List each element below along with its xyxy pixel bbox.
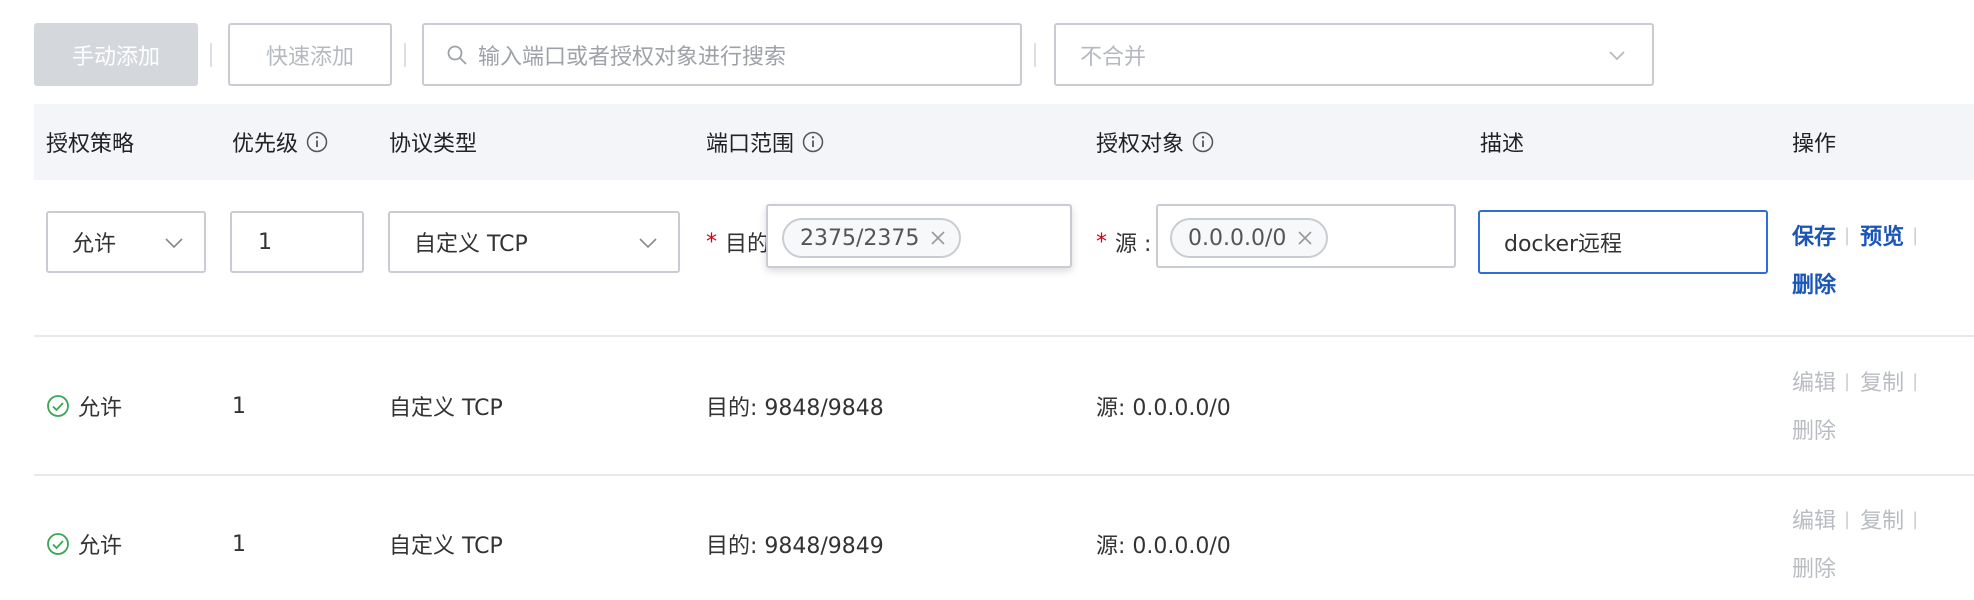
row-divider: [34, 474, 1974, 476]
check-circle-icon: [47, 395, 69, 417]
toolbar-separator: [1034, 43, 1036, 67]
edit-link[interactable]: 编辑: [1792, 365, 1836, 397]
save-link[interactable]: 保存: [1792, 219, 1836, 251]
search-input[interactable]: 输入端口或者授权对象进行搜索: [422, 23, 1022, 86]
port-range-cell: 目的: 9848/9848: [706, 396, 884, 421]
priority-cell: 1: [232, 393, 246, 419]
action-separator: |: [1844, 508, 1851, 530]
auth-object-cell: 源: 0.0.0.0/0: [1096, 396, 1231, 421]
policy-cell: 允许: [46, 526, 122, 562]
protocol-cell: 自定义 TCP: [389, 534, 503, 559]
port-range-input[interactable]: 2375/2375: [766, 204, 1072, 268]
description-input[interactable]: docker远程: [1478, 210, 1768, 274]
action-separator: |: [1912, 370, 1919, 392]
info-icon[interactable]: [802, 131, 824, 153]
description-input-value: docker远程: [1504, 232, 1623, 257]
source-label: * 源 :: [1096, 222, 1151, 262]
priority-input[interactable]: 1: [230, 211, 364, 273]
policy-text: 允许: [78, 534, 123, 559]
info-icon[interactable]: [306, 131, 328, 153]
protocol-cell: 自定义 TCP: [389, 396, 503, 421]
header-port-range: 端口范围: [706, 104, 824, 180]
policy-select[interactable]: 允许: [46, 211, 206, 273]
required-mark: *: [706, 229, 717, 255]
check-circle-icon: [47, 533, 69, 555]
table-header: 授权策略 优先级 协议类型 端口范围 授权对象 描述 操作: [34, 104, 1974, 180]
action-separator: |: [1912, 224, 1919, 246]
header-auth-object: 授权对象: [1096, 104, 1214, 180]
delete-link[interactable]: 删除: [1792, 551, 1836, 583]
priority-input-value: 1: [258, 229, 272, 255]
source-tag-text: 0.0.0.0/0: [1188, 225, 1287, 251]
chevron-down-icon: [165, 238, 183, 249]
header-priority: 优先级: [232, 104, 328, 180]
dest-label-text: 目的: [725, 232, 770, 257]
search-placeholder: 输入端口或者授权对象进行搜索: [478, 44, 787, 70]
action-separator: |: [1844, 370, 1851, 392]
search-icon: [447, 45, 467, 65]
merge-select[interactable]: 不合并: [1054, 23, 1654, 86]
preview-link[interactable]: 预览: [1860, 219, 1904, 251]
manual-add-button[interactable]: 手动添加: [34, 23, 198, 86]
auth-object-cell: 源: 0.0.0.0/0: [1096, 534, 1231, 559]
priority-cell: 1: [232, 531, 246, 557]
header-protocol: 协议类型: [389, 132, 478, 157]
copy-link[interactable]: 复制: [1860, 365, 1904, 397]
row-divider: [34, 335, 1974, 337]
quick-add-button[interactable]: 快速添加: [228, 23, 392, 86]
edit-link[interactable]: 编辑: [1792, 503, 1836, 535]
port-range-cell: 目的: 9848/9849: [706, 534, 884, 559]
required-mark: *: [1096, 229, 1107, 255]
header-policy: 授权策略: [46, 132, 135, 157]
close-icon[interactable]: [1296, 229, 1314, 247]
policy-text: 允许: [78, 396, 123, 421]
row-actions: 编辑 | 复制 |: [1792, 502, 1928, 536]
row-actions-2: 删除: [1792, 550, 1836, 584]
delete-link[interactable]: 删除: [1792, 267, 1836, 299]
chevron-down-icon: [639, 238, 657, 249]
port-tag: 2375/2375: [782, 218, 962, 258]
chevron-down-icon: [1609, 51, 1625, 61]
protocol-select[interactable]: 自定义 TCP: [388, 211, 680, 273]
merge-select-value: 不合并: [1080, 44, 1147, 70]
close-icon[interactable]: [929, 229, 947, 247]
toolbar: 手动添加 快速添加 输入端口或者授权对象进行搜索 不合并: [34, 23, 1654, 87]
toolbar-separator: [404, 43, 406, 67]
copy-link[interactable]: 复制: [1860, 503, 1904, 535]
source-label-text: 源 :: [1115, 232, 1152, 257]
info-icon[interactable]: [1192, 131, 1214, 153]
action-separator: |: [1844, 224, 1851, 246]
toolbar-separator: [210, 43, 212, 67]
delete-link[interactable]: 删除: [1792, 413, 1836, 445]
row-actions-2: 删除: [1792, 412, 1836, 446]
header-description: 描述: [1480, 132, 1525, 157]
port-tag-text: 2375/2375: [800, 225, 920, 251]
auth-object-input[interactable]: 0.0.0.0/0: [1156, 204, 1456, 268]
protocol-select-value: 自定义 TCP: [414, 232, 528, 257]
header-actions: 操作: [1792, 132, 1837, 157]
edit-row-actions: 保存 | 预览 |: [1792, 218, 1928, 252]
row-actions: 编辑 | 复制 |: [1792, 364, 1928, 398]
action-separator: |: [1912, 508, 1919, 530]
policy-select-value: 允许: [72, 232, 117, 257]
edit-row-actions-2: 删除: [1792, 266, 1836, 300]
source-tag: 0.0.0.0/0: [1170, 218, 1329, 258]
policy-cell: 允许: [46, 388, 122, 424]
port-dest-label: * 目的: [706, 222, 769, 262]
